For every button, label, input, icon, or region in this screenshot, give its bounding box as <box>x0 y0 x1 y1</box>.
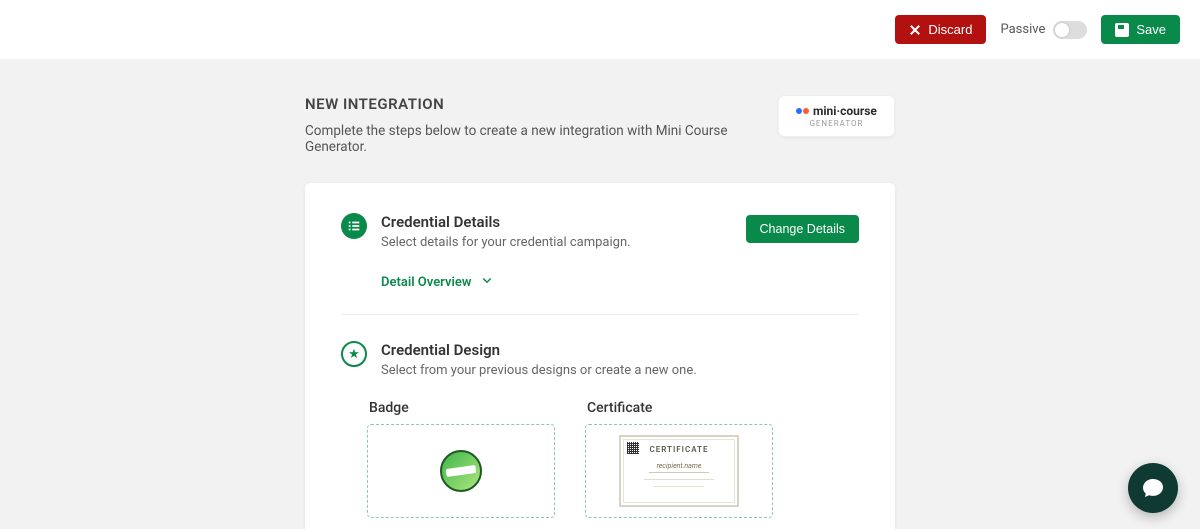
detail-overview-toggle[interactable]: Detail Overview <box>381 274 859 290</box>
badge-selector[interactable] <box>367 424 555 518</box>
passive-label: Passive <box>1000 22 1045 37</box>
change-details-button[interactable]: Change Details <box>746 215 859 243</box>
cert-art-name: recipient.name <box>649 462 710 473</box>
partner-name: mini·course <box>813 104 877 118</box>
certificate-preview: CERTIFICATE recipient.name <box>619 435 739 507</box>
chat-icon <box>1141 476 1165 500</box>
list-icon <box>341 213 367 239</box>
chat-button[interactable] <box>1128 463 1178 513</box>
partner-logo-icon <box>796 108 809 114</box>
section-subtitle: Select from your previous designs or cre… <box>381 363 697 378</box>
page-subtitle: Complete the steps below to create a new… <box>305 123 778 155</box>
design-options: Badge Certificate <box>367 400 859 518</box>
certificate-selector[interactable]: CERTIFICATE recipient.name <box>585 424 773 518</box>
badge-preview <box>440 450 482 492</box>
change-details-label: Change Details <box>760 222 845 236</box>
passive-toggle[interactable] <box>1053 21 1087 39</box>
section-title: Credential Design <box>381 341 697 359</box>
section-credential-details: Credential Details Select details for yo… <box>341 213 859 290</box>
partner-logo: mini·course <box>796 104 877 118</box>
content-container: NEW INTEGRATION Complete the steps below… <box>305 95 895 529</box>
page-body: NEW INTEGRATION Complete the steps below… <box>0 59 1200 529</box>
discard-button[interactable]: Discard <box>895 15 986 44</box>
top-bar: Discard Passive Save <box>0 0 1200 59</box>
save-button[interactable]: Save <box>1101 15 1180 44</box>
passive-toggle-group: Passive <box>1000 21 1087 39</box>
chevron-down-icon <box>481 274 493 290</box>
cert-art-title: CERTIFICATE <box>649 445 708 454</box>
qr-icon <box>627 442 639 454</box>
certificate-label: Certificate <box>587 400 773 416</box>
section-titles: Credential Details Select details for yo… <box>381 213 631 250</box>
save-label: Save <box>1136 22 1166 37</box>
main-card: Credential Details Select details for yo… <box>305 183 895 529</box>
page-title: NEW INTEGRATION <box>305 95 778 113</box>
page-header: NEW INTEGRATION Complete the steps below… <box>305 95 895 155</box>
section-title: Credential Details <box>381 213 631 231</box>
page-heading-block: NEW INTEGRATION Complete the steps below… <box>305 95 778 155</box>
section-header: ★ Credential Design Select from your pre… <box>341 341 859 378</box>
section-divider <box>341 314 859 315</box>
section-titles: Credential Design Select from your previ… <box>381 341 697 378</box>
star-icon: ★ <box>341 341 367 367</box>
badge-label: Badge <box>369 400 555 416</box>
section-credential-design: ★ Credential Design Select from your pre… <box>341 341 859 518</box>
detail-overview-label: Detail Overview <box>381 275 471 290</box>
save-icon <box>1115 23 1129 37</box>
badge-column: Badge <box>367 400 555 518</box>
section-subtitle: Select details for your credential campa… <box>381 235 631 250</box>
partner-tagline: GENERATOR <box>809 119 863 128</box>
certificate-column: Certificate CERTIFICATE recipient.name <box>585 400 773 518</box>
close-icon <box>909 24 921 36</box>
partner-chip: mini·course GENERATOR <box>778 95 895 137</box>
discard-label: Discard <box>928 22 972 37</box>
